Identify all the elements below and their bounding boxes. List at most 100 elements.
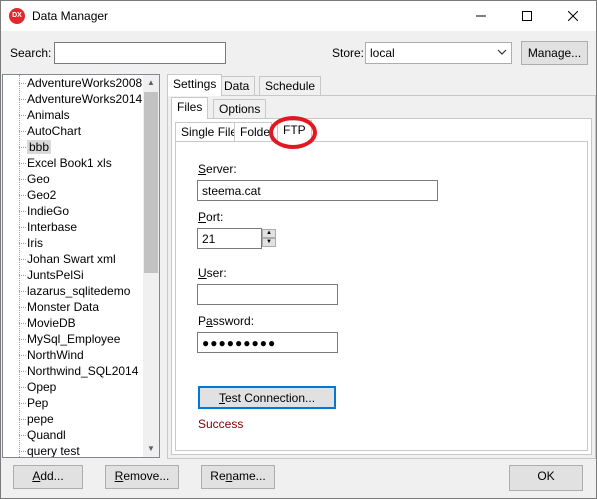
tab-settings[interactable]: Settings xyxy=(167,74,223,96)
source-list[interactable]: AdventureWorks2008 AdventureWorks2014 Anim… xyxy=(2,74,160,458)
tab-single-file[interactable]: Single File xyxy=(175,122,244,142)
tree-branch xyxy=(19,259,26,260)
scroll-up-icon[interactable]: ▲ xyxy=(143,75,159,91)
list-item-label: Opep xyxy=(27,380,57,394)
user-label: User: xyxy=(198,266,227,280)
list-item-label: Geo2 xyxy=(27,188,57,202)
list-item[interactable]: lazarus_sqlitedemo xyxy=(3,283,145,299)
dx-logo-icon: DX xyxy=(9,8,25,24)
list-item[interactable]: IndieGo xyxy=(3,203,145,219)
store-label: Store: xyxy=(332,46,365,60)
rename-label-rest: ame... xyxy=(232,469,266,483)
list-item-label: NorthWind xyxy=(27,348,84,362)
tree-branch xyxy=(19,435,26,436)
search-input[interactable] xyxy=(54,42,226,64)
list-scrollbar[interactable]: ▲ ▼ xyxy=(143,75,159,457)
list-item[interactable]: Johan Swart xml xyxy=(3,251,145,267)
test-connection-button[interactable]: Test Connection... xyxy=(198,386,336,409)
store-select[interactable]: local xyxy=(365,42,512,64)
server-label-rest: erver: xyxy=(206,162,237,176)
tree-branch xyxy=(19,323,26,324)
list-item[interactable]: AutoChart xyxy=(3,123,145,139)
list-item[interactable]: MovieDB xyxy=(3,315,145,331)
tree-branch xyxy=(19,403,26,404)
port-stepper[interactable]: ▲ ▼ xyxy=(262,229,276,247)
list-item[interactable]: JuntsPelSi xyxy=(3,267,145,283)
tree-branch xyxy=(19,307,26,308)
list-item[interactable]: Monster Data xyxy=(3,299,145,315)
list-item[interactable]: Iris xyxy=(3,235,145,251)
list-item-label: Iris xyxy=(27,236,43,250)
list-item-label: AdventureWorks2008 xyxy=(27,76,143,90)
list-item-label: Northwind_SQL2014 xyxy=(27,364,139,378)
rename-button[interactable]: Rename... xyxy=(201,465,275,489)
tab-folder[interactable]: Folder xyxy=(234,122,272,142)
list-item[interactable]: AdventureWorks2008 xyxy=(3,75,145,91)
search-label: Search: xyxy=(10,46,52,60)
tree-branch xyxy=(19,451,26,452)
title-bar: DX Data Manager xyxy=(1,1,596,31)
source-list-items: AdventureWorks2008 AdventureWorks2014 Anim… xyxy=(3,75,145,458)
list-item-label: MySql_Employee xyxy=(27,332,121,346)
list-item[interactable]: Geo xyxy=(3,171,145,187)
tab-options[interactable]: Options xyxy=(213,99,267,119)
list-item[interactable]: Interbase xyxy=(3,219,145,235)
tree-branch xyxy=(19,275,26,276)
list-item[interactable]: Animals xyxy=(3,107,145,123)
list-item-label: Interbase xyxy=(27,220,78,234)
list-item[interactable]: AdventureWorks2014 xyxy=(3,91,145,107)
tab-data[interactable]: Data xyxy=(218,76,256,96)
list-item-label: MovieDB xyxy=(27,316,76,330)
maximize-button[interactable] xyxy=(504,1,550,31)
list-item[interactable]: Pep xyxy=(3,395,145,411)
minimize-button[interactable] xyxy=(458,1,504,31)
tree-branch xyxy=(19,115,26,116)
list-item[interactable]: Northwind_SQL2014 xyxy=(3,363,145,379)
manage-button[interactable]: Manage... xyxy=(521,41,588,65)
list-item[interactable]: Excel Book1 xls xyxy=(3,155,145,171)
list-item-label: pepe xyxy=(27,412,54,426)
password-label-a: P xyxy=(198,314,207,328)
tree-branch xyxy=(19,211,26,212)
list-item[interactable]: pepe xyxy=(3,411,145,427)
data-manager-window: DX Data Manager Search: Store: local Man… xyxy=(0,0,597,499)
password-input[interactable]: ●●●●●●●●● xyxy=(197,332,338,353)
list-item[interactable]: query test xyxy=(3,443,145,458)
list-item-label: query test xyxy=(27,444,80,458)
list-item[interactable]: bbb xyxy=(3,139,145,155)
scroll-down-icon[interactable]: ▼ xyxy=(143,441,159,457)
tree-branch xyxy=(19,163,26,164)
list-item[interactable]: MySql_Employee xyxy=(3,331,145,347)
port-input[interactable]: 21 xyxy=(197,228,262,249)
list-item[interactable]: Quandl xyxy=(3,427,145,443)
scroll-thumb[interactable] xyxy=(144,92,158,273)
add-button[interactable]: Add... xyxy=(13,465,83,489)
list-item-label: Quandl xyxy=(27,428,66,442)
tree-branch xyxy=(19,195,26,196)
list-item[interactable]: NorthWind xyxy=(3,347,145,363)
tab-files[interactable]: Files xyxy=(171,97,209,119)
tree-branch xyxy=(19,243,26,244)
tab-schedule[interactable]: Schedule xyxy=(259,76,322,96)
maximize-icon xyxy=(522,11,532,21)
server-label: Server: xyxy=(198,162,237,176)
stepper-down-icon[interactable]: ▼ xyxy=(262,238,276,247)
stepper-up-icon[interactable]: ▲ xyxy=(262,229,276,238)
user-input[interactable] xyxy=(197,284,338,305)
list-item-label: AutoChart xyxy=(27,124,82,138)
tree-branch xyxy=(19,371,26,372)
list-item-label: Animals xyxy=(27,108,70,122)
remove-button[interactable]: Remove... xyxy=(105,465,179,489)
ok-button[interactable]: OK xyxy=(509,465,583,491)
highlight-circle xyxy=(269,116,317,149)
add-label-rest: dd... xyxy=(40,469,64,483)
port-label-rest: ort: xyxy=(206,210,224,224)
list-item[interactable]: Geo2 xyxy=(3,187,145,203)
close-button[interactable] xyxy=(550,1,596,31)
server-input[interactable]: steema.cat xyxy=(197,180,438,201)
list-item-label: Pep xyxy=(27,396,49,410)
test-connection-label-rest: est Connection... xyxy=(224,391,316,405)
tree-branch xyxy=(19,99,26,100)
tree-branch xyxy=(19,179,26,180)
list-item[interactable]: Opep xyxy=(3,379,145,395)
